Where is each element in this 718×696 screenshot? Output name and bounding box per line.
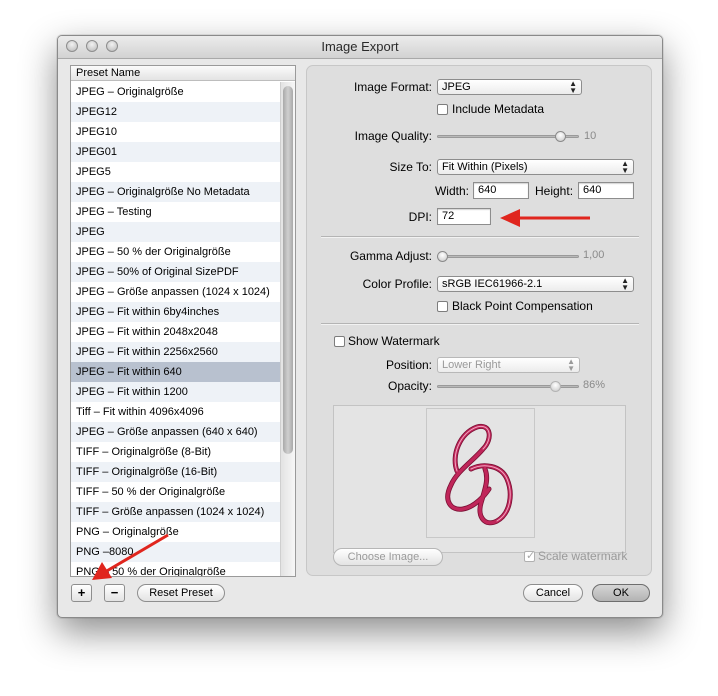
size-to-label: Size To: [389,160,432,174]
preset-list-item[interactable]: TIFF – Größe anpassen (1024 x 1024) [71,502,280,522]
preset-list-item[interactable]: JPEG – 50% of Original SizePDF [71,262,280,282]
preset-list-item[interactable]: JPEG10 [71,122,280,142]
reset-preset-button[interactable]: Reset Preset [137,584,225,602]
color-profile-value: sRGB IEC61966-2.1 [442,278,543,290]
preset-list-scrollbar[interactable] [280,82,295,576]
show-watermark-label: Show Watermark [348,334,440,348]
preset-rows: JPEG – Originalgröße JPEG12 JPEG10 JPEG01 JP… [71,82,280,576]
width-field[interactable]: 640 [473,182,529,199]
preset-list-item[interactable]: PNG – Originalgröße [71,522,280,542]
separator [321,236,639,238]
width-label: Width: [434,184,469,198]
cancel-button[interactable]: Cancel [523,584,583,602]
image-format-select[interactable]: JPEG ▲ ▼ [437,79,582,95]
black-point-compensation-checkbox[interactable] [437,301,448,312]
show-watermark-checkbox[interactable] [334,336,345,347]
preset-list-item[interactable]: JPEG – Originalgröße No Metadata [71,182,280,202]
preset-list-item[interactable]: PNG –8080 [71,542,280,562]
size-to-select[interactable]: Fit Within (Pixels) ▲ ▼ [437,159,634,175]
image-quality-slider-knob[interactable] [554,131,566,142]
image-quality-label: Image Quality: [354,129,432,143]
image-export-window: Image Export Preset Name JPEG – Original… [57,35,663,618]
watermark-position-select[interactable]: Lower Right ▲ ▼ [437,357,580,373]
separator [321,323,639,325]
add-preset-button[interactable]: + [71,584,92,602]
preset-list-item[interactable]: JPEG [71,222,280,242]
preset-list-item[interactable]: JPEG01 [71,142,280,162]
dpi-label: DPI: [408,210,432,224]
title-bar: Image Export [58,36,662,59]
include-metadata-label: Include Metadata [452,102,545,116]
height-label: Height: [535,184,574,198]
gamma-adjust-slider-knob[interactable] [437,251,448,262]
preset-list-item[interactable]: JPEG – 50 % der Originalgröße [71,242,280,262]
gamma-adjust-value: 1,00 [583,249,605,261]
preset-list-item[interactable]: JPEG – Größe anpassen (640 x 640) [71,422,280,442]
popup-arrows-icon: ▲ ▼ [569,79,577,95]
include-metadata-checkbox[interactable] [437,104,448,115]
height-field[interactable]: 640 [578,182,634,199]
preset-list-item[interactable]: Tiff – Fit within 4096x4096 [71,402,280,422]
popup-arrows-icon: ▲ ▼ [621,276,629,292]
scale-watermark-checkbox[interactable]: ✓ [524,550,536,562]
preset-list-item[interactable]: PNG – 50 % der Originalgröße [71,562,280,576]
size-to-value: Fit Within (Pixels) [442,161,528,173]
popup-arrows-icon: ▲ ▼ [621,159,629,175]
watermark-ld-monogram [445,423,513,526]
preset-list-item[interactable]: TIFF – 50 % der Originalgröße [71,482,280,502]
gamma-adjust-label: Gamma Adjust: [349,249,432,263]
watermark-position-label: Position: [385,358,432,372]
preset-list-item[interactable]: JPEG – Fit within 1200 [71,382,280,402]
preset-list-item[interactable]: JPEG5 [71,162,280,182]
preset-list-item[interactable]: JPEG – Fit within 6by4inches [71,302,280,322]
watermark-preview-image [426,408,535,538]
color-profile-select[interactable]: sRGB IEC61966-2.1 ▲ ▼ [437,276,634,292]
gamma-adjust-slider[interactable] [437,255,579,258]
choose-image-button[interactable]: Choose Image... [333,548,443,566]
watermark-opacity-slider-knob[interactable] [549,381,561,392]
preset-list-item[interactable]: TIFF – Originalgröße (8-Bit) [71,442,280,462]
image-format-value: JPEG [442,81,471,93]
watermark-opacity-value: 86% [583,379,606,391]
watermark-opacity-label: Opacity: [387,379,432,393]
color-profile-label: Color Profile: [362,277,432,291]
preset-list-item[interactable]: JPEG – Testing [71,202,280,222]
window-title: Image Export [321,39,399,54]
black-point-compensation-label: Black Point Compensation [452,299,593,313]
image-format-label: Image Format: [353,80,432,94]
preset-list-item[interactable]: TIFF – Originalgröße (16-Bit) [71,462,280,482]
preset-list-item[interactable]: JPEG12 [71,102,280,122]
preset-list-item[interactable]: JPEG – Fit within 2256x2560 [71,342,280,362]
checkmark-icon: ✓ [526,550,536,562]
image-quality-value: 10 [584,130,597,142]
ok-button[interactable]: OK [592,584,650,602]
watermark-position-value: Lower Right [442,359,501,371]
remove-preset-button[interactable]: − [104,584,125,602]
preset-list-item[interactable]: JPEG – Größe anpassen (1024 x 1024) [71,282,280,302]
scale-watermark-label: Scale watermark [538,549,628,563]
preset-list-item[interactable]: JPEG – Fit within 640 [71,362,280,382]
scrollbar-thumb[interactable] [283,86,293,454]
dpi-field[interactable]: 72 [437,208,491,225]
preset-list-item[interactable]: JPEG – Fit within 2048x2048 [71,322,280,342]
preset-list[interactable]: Preset Name JPEG – Originalgröße JPEG12 JP… [70,65,296,577]
watermark-preview [333,405,626,553]
preset-name-column-header[interactable]: Preset Name [71,66,295,81]
preset-list-item[interactable]: JPEG – Originalgröße [71,82,280,102]
settings-panel: Image Format: JPEG ▲ ▼ Include Metadata I… [306,65,652,576]
popup-arrows-icon: ▲ ▼ [567,357,575,373]
